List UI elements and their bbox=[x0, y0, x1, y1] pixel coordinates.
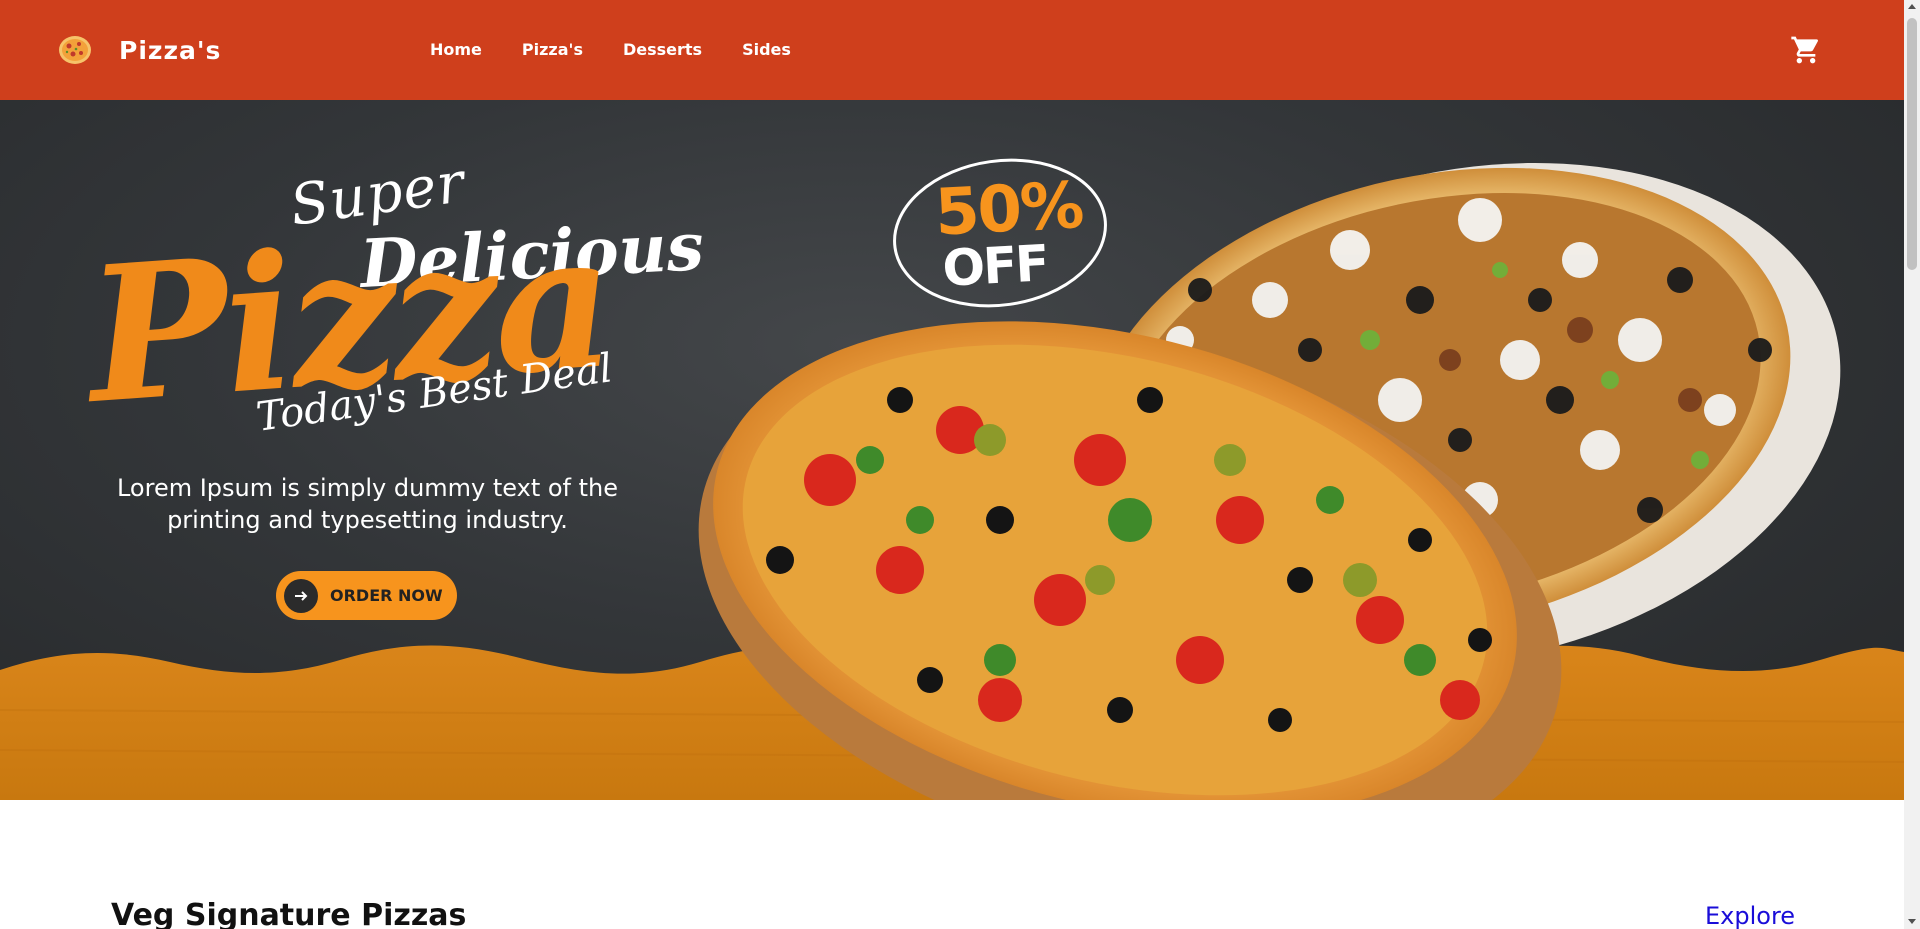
scroll-up-icon[interactable] bbox=[1908, 4, 1916, 9]
hero-banner: Super Delicious Pizza Today's Best Deal … bbox=[0, 100, 1904, 800]
top-navbar: Pizza's Home Pizza's Desserts Sides bbox=[0, 0, 1904, 100]
scroll-down-icon[interactable] bbox=[1908, 919, 1916, 924]
discount-percent: 50% bbox=[933, 169, 1085, 251]
order-now-button[interactable]: ORDER NOW bbox=[276, 571, 457, 620]
nav-link-home[interactable]: Home bbox=[430, 40, 482, 59]
nav-link-sides[interactable]: Sides bbox=[742, 40, 791, 59]
section-title: Veg Signature Pizzas bbox=[111, 898, 467, 929]
shopping-cart-icon[interactable] bbox=[1790, 34, 1822, 66]
pizza-slice-icon[interactable] bbox=[58, 35, 92, 65]
hero-description: Lorem Ipsum is simply dummy text of the … bbox=[116, 474, 619, 534]
brand-name[interactable]: Pizza's bbox=[119, 36, 221, 65]
nav-link-pizzas[interactable]: Pizza's bbox=[522, 40, 583, 59]
discount-off: OFF bbox=[941, 234, 1049, 298]
order-now-label: ORDER NOW bbox=[330, 586, 443, 605]
main-nav: Home Pizza's Desserts Sides bbox=[430, 40, 831, 59]
scrollbar-thumb[interactable] bbox=[1907, 18, 1917, 270]
arrow-right-icon bbox=[284, 578, 318, 613]
explore-link[interactable]: Explore bbox=[1705, 902, 1795, 929]
nav-link-desserts[interactable]: Desserts bbox=[623, 40, 702, 59]
